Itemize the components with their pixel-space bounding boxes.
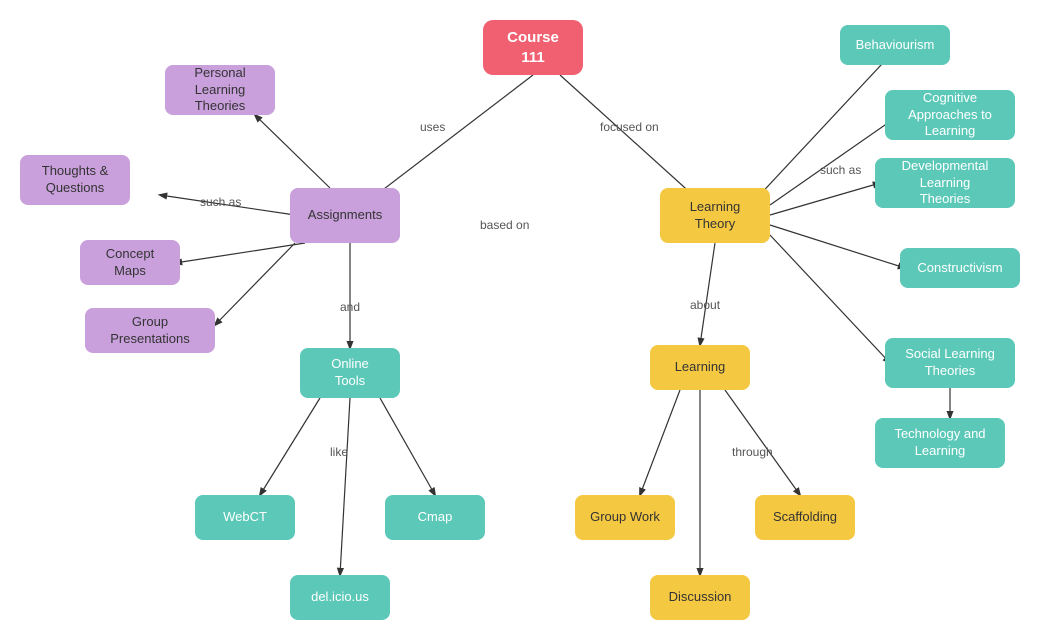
node-delicious[interactable]: del.icio.us xyxy=(290,575,390,620)
label-such-as-left: such as xyxy=(200,195,241,209)
node-cognitive[interactable]: Cognitive Approaches toLearning xyxy=(885,90,1015,140)
node-course[interactable]: Course 111 xyxy=(483,20,583,75)
node-online-tools[interactable]: OnlineTools xyxy=(300,348,400,398)
node-webct[interactable]: WebCT xyxy=(195,495,295,540)
node-learning[interactable]: Learning xyxy=(650,345,750,390)
label-through: through xyxy=(732,445,773,459)
label-such-as-right: such as xyxy=(820,163,861,177)
node-assignments[interactable]: Assignments xyxy=(290,188,400,243)
label-about: about xyxy=(690,298,720,312)
node-learning-theory[interactable]: LearningTheory xyxy=(660,188,770,243)
node-group-presentations[interactable]: Group Presentations xyxy=(85,308,215,353)
node-thoughts-questions[interactable]: Thoughts &Questions xyxy=(20,155,130,205)
node-technology-learning[interactable]: Technology andLearning xyxy=(875,418,1005,468)
label-focused-on: focused on xyxy=(600,120,659,134)
node-group-work[interactable]: Group Work xyxy=(575,495,675,540)
node-behaviourism[interactable]: Behaviourism xyxy=(840,25,950,65)
node-personal-learning[interactable]: Personal LearningTheories xyxy=(165,65,275,115)
node-discussion[interactable]: Discussion xyxy=(650,575,750,620)
node-social-learning[interactable]: Social LearningTheories xyxy=(885,338,1015,388)
node-concept-maps[interactable]: ConceptMaps xyxy=(80,240,180,285)
label-based-on: based on xyxy=(480,218,529,232)
label-and: and xyxy=(340,300,360,314)
node-cmap[interactable]: Cmap xyxy=(385,495,485,540)
node-scaffolding[interactable]: Scaffolding xyxy=(755,495,855,540)
label-uses: uses xyxy=(420,120,445,134)
node-constructivism[interactable]: Constructivism xyxy=(900,248,1020,288)
node-developmental[interactable]: Developmental LearningTheories xyxy=(875,158,1015,208)
label-like: like xyxy=(330,445,348,459)
